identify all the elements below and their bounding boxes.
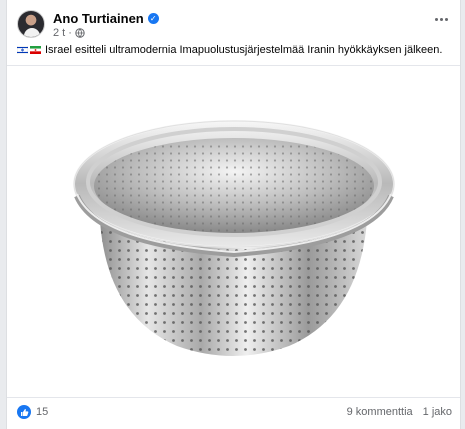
post-footer: 15 9 kommenttia 1 jako: [17, 403, 452, 421]
post-meta: 2 t ·: [53, 27, 85, 39]
shares-link[interactable]: 1 jako: [423, 406, 452, 418]
author-avatar[interactable]: [17, 10, 45, 38]
colander-image: [73, 120, 395, 356]
globe-icon: [75, 28, 85, 38]
more-options-icon[interactable]: [432, 12, 450, 26]
reaction-count[interactable]: 15: [36, 406, 48, 418]
comments-link[interactable]: 9 kommenttia: [347, 406, 413, 418]
meta-separator: ·: [68, 27, 72, 39]
author-row: Ano Turtiainen ✓: [53, 10, 159, 26]
verified-badge-icon: ✓: [147, 12, 159, 24]
post-image[interactable]: [7, 65, 460, 398]
post-text: Israel esitteli ultramodernia Imapuolust…: [45, 44, 443, 56]
israel-flag-icon: [17, 46, 28, 54]
author-name[interactable]: Ano Turtiainen: [53, 11, 144, 26]
post-text-row: Israel esitteli ultramodernia Imapuolust…: [17, 44, 452, 56]
post-card: Ano Turtiainen ✓ 2 t · Israel esitteli u…: [6, 0, 461, 429]
post-timestamp[interactable]: 2 t: [53, 27, 65, 39]
iran-flag-icon: [30, 46, 41, 54]
like-icon[interactable]: [17, 405, 31, 419]
